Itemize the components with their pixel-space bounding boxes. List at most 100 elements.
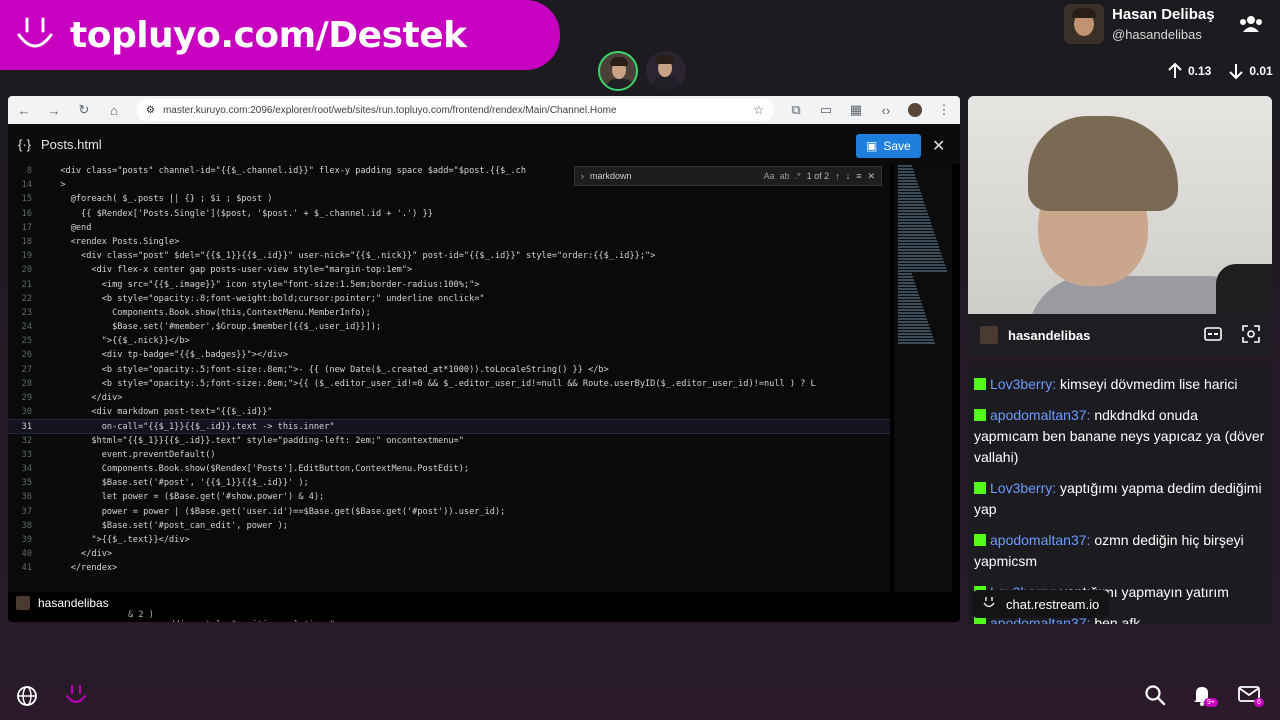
code-line[interactable]: 38 $Base.set('#post_can_edit', power ); [8,519,890,533]
arrow-down-icon[interactable]: ↓ [846,171,851,181]
code-text: $Base.set('#post', '{{$_1}}{{$_.id}}' ); [50,478,309,489]
code-line[interactable]: 39 ">{{$_.text}}</div> [8,533,890,547]
close-icon[interactable]: ✕ [932,136,945,156]
profile-avatar-icon[interactable] [908,103,922,117]
code-line[interactable]: 16 {{ $Rendex['Posts.Single']($post, '$p… [8,207,890,221]
code-line[interactable]: 33 event.preventDefault() [8,448,890,462]
banner-text: topluyo.com/Destek [70,14,467,56]
code-line[interactable]: 19 <div class="post" $del="{{$_1}}{{$_.i… [8,249,890,263]
minimap-line [898,210,927,212]
more-menu-icon[interactable]: ⋮ [936,102,952,118]
sidepanel-icon[interactable]: ▭ [818,102,834,118]
chat-username[interactable]: apodomaltan37: [990,407,1090,423]
globe-icon[interactable] [16,685,38,712]
code-line[interactable]: 34 Components.Book.show($Rendex['Posts']… [8,462,890,476]
minimap-line [898,195,922,197]
code-text: <div markdown post-text="{{$_.id}}" [50,407,273,418]
code-text: ">{{$_.nick}}</b> [50,336,190,347]
chat-username[interactable]: Lov3berry: [990,376,1056,392]
line-number: 21 [21,279,32,290]
find-input[interactable]: markdown [590,171,758,181]
topluyo-smile-icon[interactable] [64,684,88,713]
code-text: on-call="{{$_1}}{{$_.id}}.text -> this.i… [50,422,335,433]
list-icon[interactable]: ≡ [856,171,861,181]
code-line[interactable]: 20 <div flex-x center gap posts-user-vie… [8,263,890,277]
line-number: 33 [21,449,32,460]
code-line[interactable]: 21 <img src="{{$_.image}}" icon style="f… [8,278,890,292]
people-icon[interactable] [1238,14,1264,39]
bookmark-star-icon[interactable]: ☆ [753,103,764,117]
chevron-right-icon[interactable]: › [581,171,584,181]
code-line[interactable]: 23 Components.Book.show(this,ContextMenu… [8,306,890,320]
line-number: 20 [21,265,32,276]
code-icon[interactable]: ‹› [878,102,894,118]
participant-avatar[interactable] [598,51,638,91]
line-number: 39 [21,534,32,545]
minimap-line [898,204,925,206]
code-line[interactable]: 24 $Base.set('#member',$Group.$member[{{… [8,320,890,334]
caption-icon[interactable] [1204,326,1222,344]
minimap-line [898,174,915,176]
minimap-line [898,171,914,173]
kick-icon [974,378,986,390]
minimap-line [898,336,933,338]
line-number: 26 [21,350,32,361]
chat-username[interactable]: apodomaltan37: [990,532,1090,548]
code-text: <rendex Posts.Single> [50,236,180,247]
minimap-line [898,324,929,326]
code-line[interactable]: 40 </div> [8,547,890,561]
minimap-line [898,261,944,263]
address-bar[interactable]: ⚙ master.kuruyo.com:2096/explorer/root/w… [136,99,774,121]
qr-icon[interactable]: ▦ [848,102,864,118]
minimap-line [898,321,928,323]
code-line[interactable]: 35 $Base.set('#post', '{{$_1}}{{$_.id}}'… [8,476,890,490]
code-line[interactable]: 22 <b style="opacity:.8;font-weight:bold… [8,292,890,306]
back-icon[interactable]: ← [16,102,32,118]
minimap-line [898,330,931,332]
code-line[interactable]: 30 <div markdown post-text="{{$_.id}}" [8,405,890,419]
profile[interactable]: Hasan Delibaş @hasandelibas [1064,4,1215,44]
minimap-line [898,273,912,275]
code-line[interactable]: 17 @end [8,221,890,235]
browser-window: ← → ↻ ⌂ ⚙ master.kuruyo.com:2096/explore… [8,96,960,622]
code-text: $html="{{$_1}}{{$_.id}}.text" style="pad… [50,435,464,446]
code-text: <div tp-badge="{{$_.badges}}"></div> [50,350,288,361]
find-options[interactable]: Aa ab .* [764,171,801,181]
code-line[interactable]: 36 let power = ($Base.get('#show.power')… [8,490,890,504]
code-editor[interactable]: 8 <div class="posts" channel-id="{{$_.ch… [8,164,890,592]
avatar [980,326,998,344]
code-line[interactable]: 29 </div> [8,391,890,405]
code-line[interactable]: 32 $html="{{$_1}}{{$_.id}}.text" style="… [8,434,890,448]
minimap-line [898,288,917,290]
code-text: </rendex> [50,563,118,574]
code-line[interactable]: 25 ">{{$_.nick}}</b> [8,334,890,348]
minimap[interactable] [894,164,952,592]
save-button[interactable]: ▣ Save [856,134,921,158]
find-widget[interactable]: › markdown Aa ab .* 1 of 2 ↑ ↓ ≡ ✕ [574,166,882,186]
minimap-line [898,207,926,209]
participant-avatar[interactable] [646,51,686,91]
chat-username[interactable]: Lov3berry: [990,480,1056,496]
focus-icon[interactable] [1242,324,1260,346]
minimap-line [898,165,912,167]
code-line[interactable]: 26 <div tp-badge="{{$_.badges}}"></div> [8,348,890,362]
site-info-icon[interactable]: ⚙ [146,105,155,116]
extensions-icon[interactable]: ⧉ [788,102,804,118]
code-line[interactable]: 27 <b style="opacity:.5;font-size:.8em;"… [8,363,890,377]
code-line[interactable]: 31 on-call="{{$_1}}{{$_.id}}.text -> thi… [8,419,890,434]
search-icon[interactable] [1144,684,1166,711]
mail-icon[interactable]: 6 [1238,686,1264,709]
footer-left [16,684,88,713]
code-line[interactable]: 41 </rendex> [8,561,890,575]
code-line[interactable]: 15 @foreach( $_.posts || {} ; $i ; $post… [8,192,890,206]
forward-icon[interactable]: → [46,102,62,118]
reload-icon[interactable]: ↻ [76,102,92,118]
code-line[interactable]: 28 <b style="opacity:.5;font-size:.8em;"… [8,377,890,391]
close-icon[interactable]: ✕ [867,171,875,182]
bell-icon[interactable]: 9+ [1192,684,1218,711]
code-line[interactable]: 18 <rendex Posts.Single> [8,235,890,249]
code-line[interactable]: 37 power = power | ($Base.get('user.id')… [8,505,890,519]
home-icon[interactable]: ⌂ [106,102,122,118]
code-text: $Base.set('#post_can_edit', power ); [50,520,288,531]
arrow-up-icon[interactable]: ↑ [835,171,840,181]
